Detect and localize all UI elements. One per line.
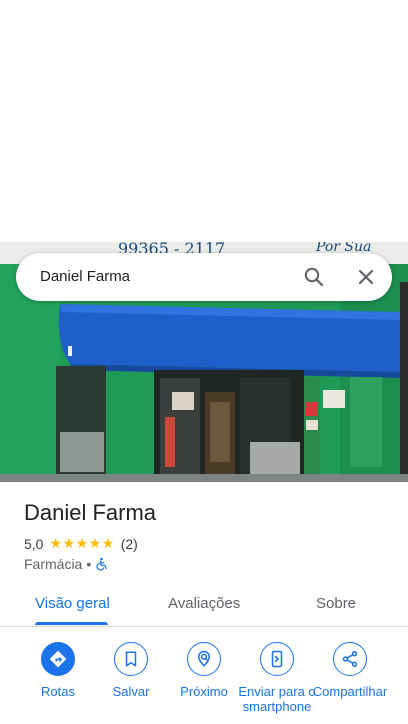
- save-button[interactable]: Salvar: [91, 642, 171, 699]
- place-title: Daniel Farma: [24, 500, 157, 525]
- wheelchair-accessible-icon: [96, 557, 108, 571]
- category-row: Farmácia •: [24, 556, 109, 572]
- send-to-phone-icon: [271, 650, 283, 668]
- nearby-icon: [197, 650, 211, 667]
- share-button[interactable]: Compartilhar: [310, 642, 390, 699]
- tab-overview[interactable]: Visão geral: [35, 595, 110, 612]
- directions-button[interactable]: Rotas: [18, 642, 98, 699]
- search-icon[interactable]: [302, 265, 326, 289]
- close-icon[interactable]: [354, 265, 378, 289]
- action-bar: Rotas Salvar Próximo Enviar para o smart…: [0, 642, 408, 724]
- search-bar[interactable]: Daniel Farma: [16, 253, 392, 301]
- directions-label: Rotas: [41, 684, 75, 699]
- directions-icon: [49, 650, 67, 668]
- rating-row[interactable]: 5,0 ★★★★★ (2): [24, 535, 138, 552]
- share-label: Compartilhar: [312, 684, 388, 699]
- tab-about[interactable]: Sobre: [316, 595, 356, 612]
- nearby-button[interactable]: Próximo: [164, 642, 244, 699]
- send-to-phone-label: Enviar para o smartphone: [238, 684, 316, 714]
- place-category: Farmácia: [24, 556, 83, 572]
- rating-value: 5,0: [24, 535, 44, 552]
- bookmark-icon: [125, 651, 137, 667]
- separator-dot: •: [86, 556, 92, 572]
- tab-reviews[interactable]: Avaliações: [168, 595, 240, 612]
- review-count[interactable]: (2): [121, 536, 138, 552]
- tab-bar: Visão geral Avaliações Sobre: [0, 584, 408, 627]
- search-input[interactable]: Daniel Farma: [40, 268, 130, 285]
- nearby-label: Próximo: [180, 684, 228, 699]
- active-tab-indicator: [35, 622, 108, 625]
- rating-stars: ★★★★★: [49, 535, 115, 551]
- map-blank-area: [0, 0, 408, 242]
- share-icon: [342, 651, 358, 667]
- save-label: Salvar: [112, 684, 150, 699]
- send-to-phone-button[interactable]: Enviar para o smartphone: [237, 642, 317, 714]
